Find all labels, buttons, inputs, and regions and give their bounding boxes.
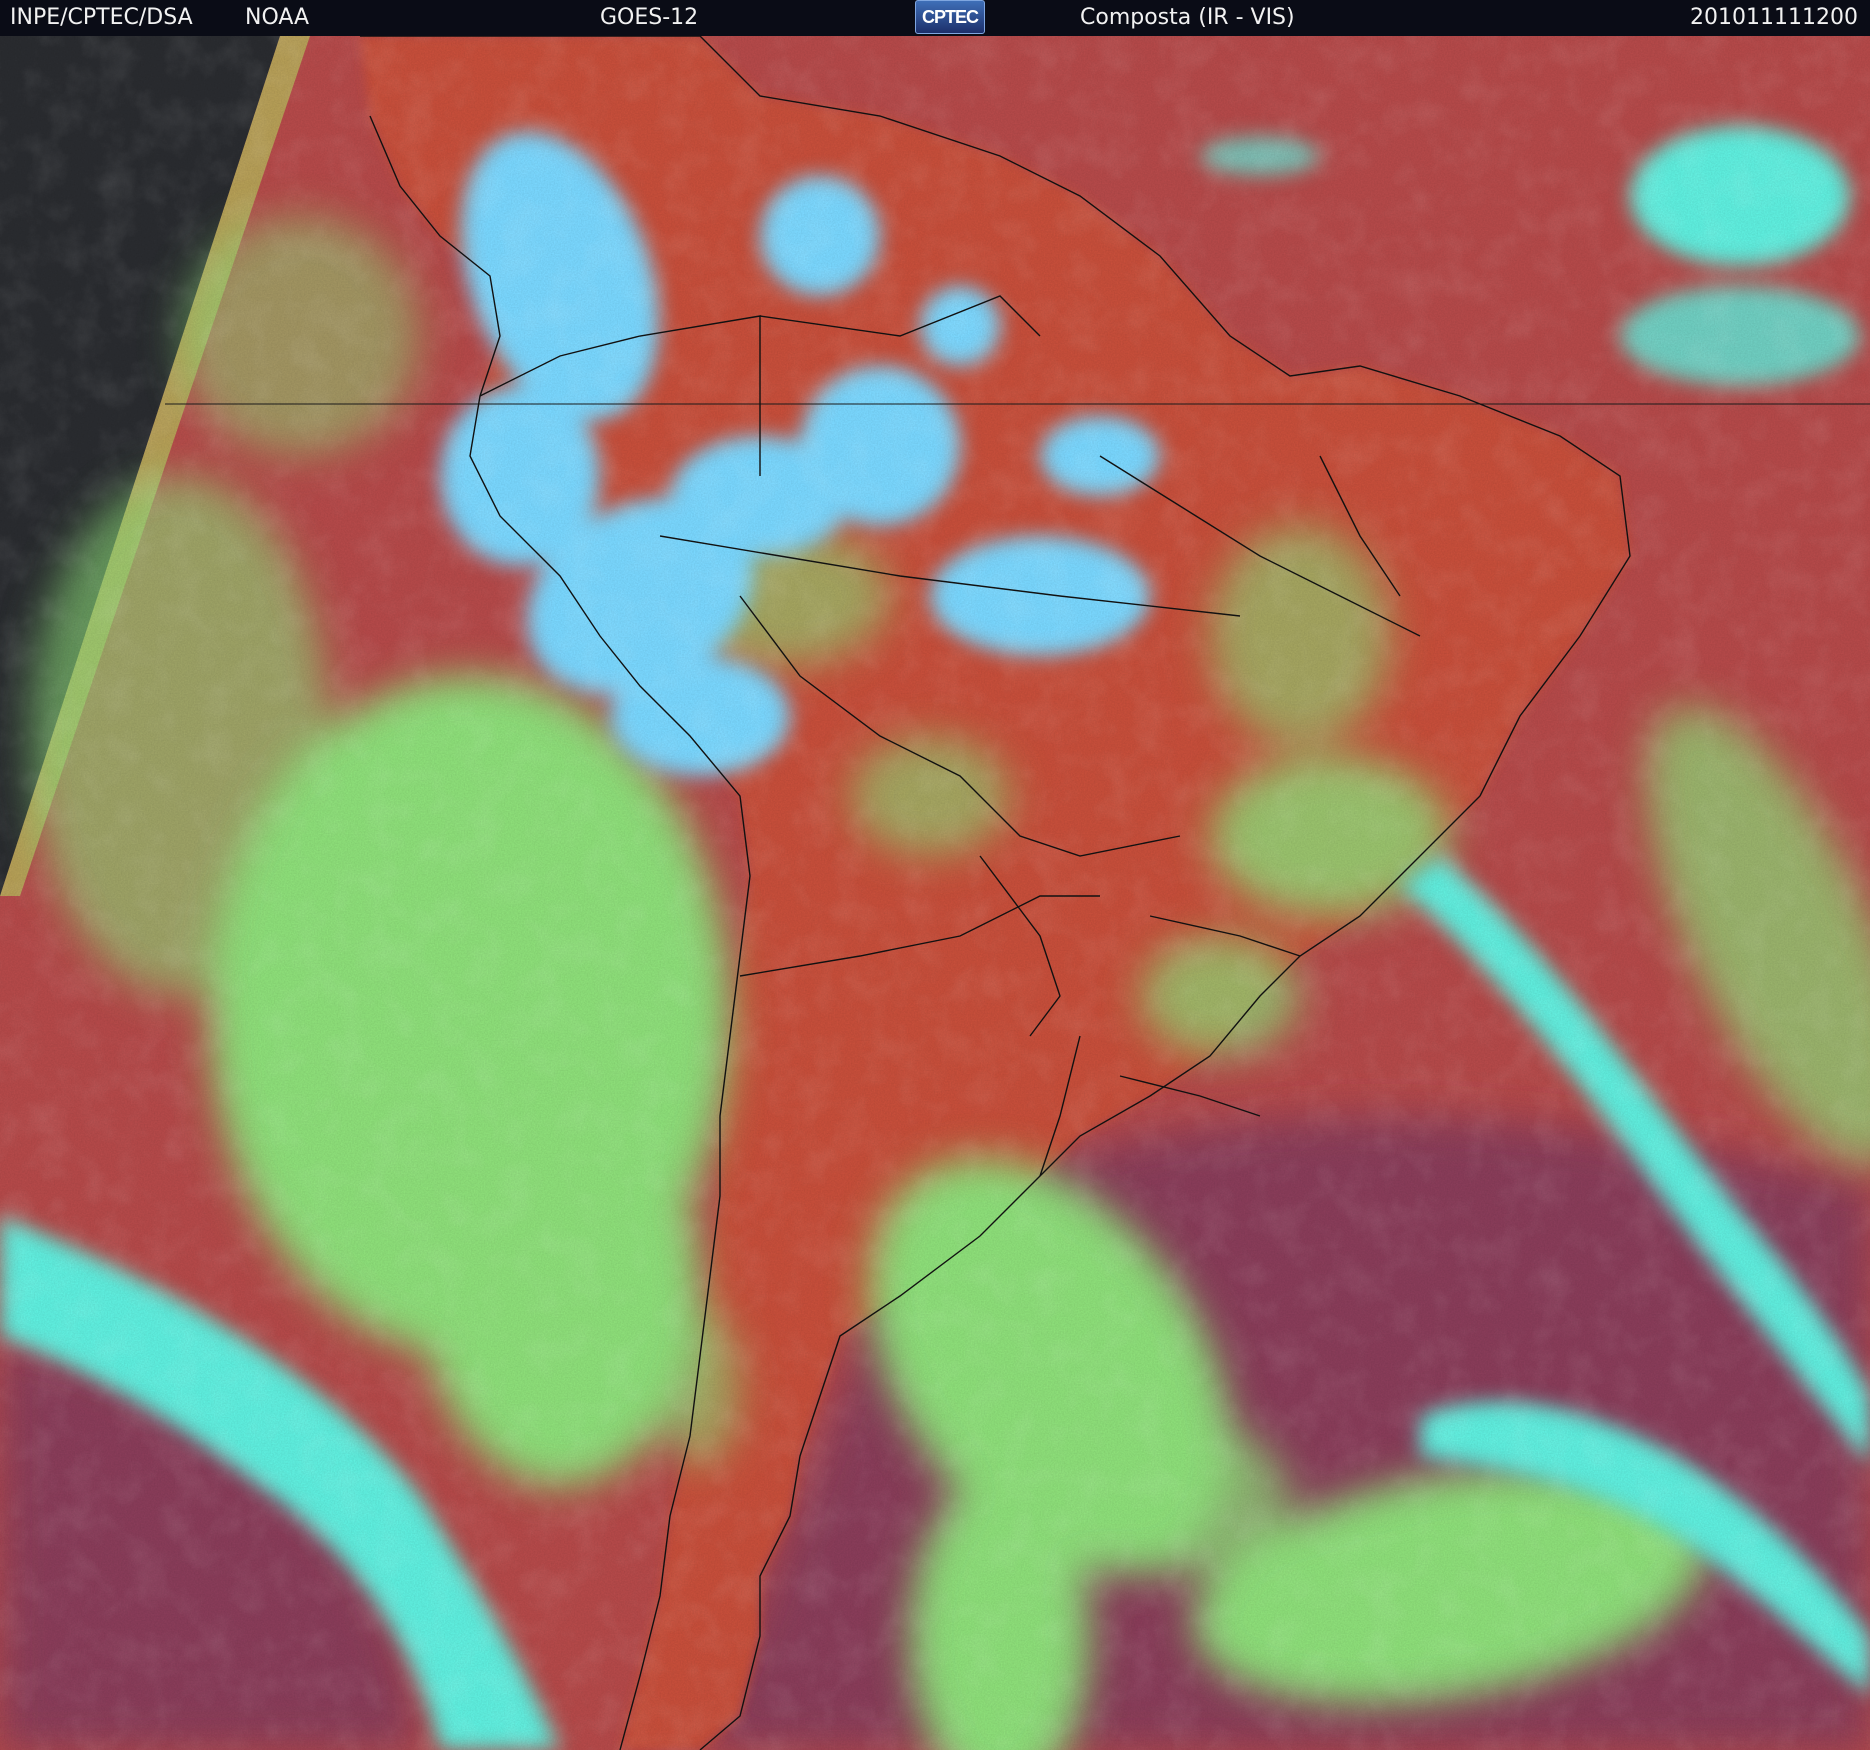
agency-label: INPE/CPTEC/DSA	[10, 5, 193, 30]
image-grain	[0, 36, 1870, 1750]
cptec-logo: CPTEC	[915, 0, 985, 34]
timestamp-label: 201011111200	[1690, 5, 1858, 30]
product-label: Composta (IR - VIS)	[1080, 5, 1295, 30]
satellite-label: GOES-12	[600, 5, 699, 30]
header-bar: INPE/CPTEC/DSA NOAA GOES-12 CPTEC Compos…	[0, 0, 1870, 36]
partner-label: NOAA	[245, 5, 310, 30]
satellite-image[interactable]	[0, 36, 1870, 1750]
composite-map	[0, 36, 1870, 1750]
